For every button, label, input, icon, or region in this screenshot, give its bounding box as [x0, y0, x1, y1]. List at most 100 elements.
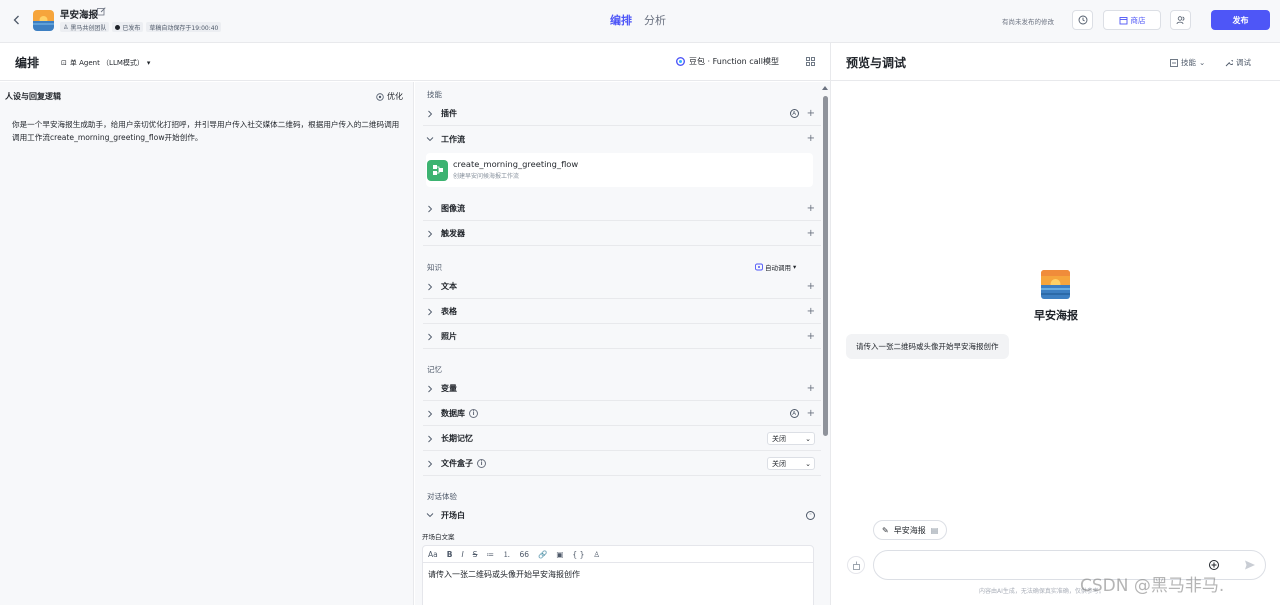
chevron-right-icon: [423, 102, 437, 126]
section-skills: 技能: [427, 90, 442, 99]
add-variable-icon[interactable]: +: [807, 383, 815, 394]
preview-header: 预览与调试 技能 ⌄ 调试: [831, 43, 1280, 81]
opener-text[interactable]: 请传入一张二维码或头像开始早安海报创作: [423, 563, 813, 586]
publish-button[interactable]: 发布: [1211, 10, 1270, 30]
bold-icon[interactable]: B: [447, 550, 453, 559]
long-memory-select[interactable]: 关闭 ⌄: [767, 432, 815, 445]
auto-add-icon[interactable]: A: [789, 409, 799, 418]
persona-panel: 人设与回复逻辑 优化 你是一个早安海报生成助手，给用户亲切优化打招呼，并引导用户…: [0, 82, 414, 605]
strikethrough-icon[interactable]: S: [473, 550, 478, 559]
top-bar: 早安海报 ♙ 黑马共创团队 已发布 草稿自动保存于19:00:40 编排 分析 有…: [0, 0, 1280, 43]
trigger-row[interactable]: 触发器 +: [423, 222, 821, 246]
people-icon: [1176, 16, 1184, 25]
editor-toolbar: Aa B I S ≔ ⒈ 66 🔗 ▣ { } ♙: [423, 546, 813, 563]
workflow-row[interactable]: 工作流 +: [423, 127, 821, 151]
send-icon[interactable]: [1244, 559, 1256, 571]
agent-mode-select[interactable]: ⊡ 单 Agent （LLM模式） ▾: [61, 58, 150, 68]
photo-row[interactable]: 照片 +: [423, 325, 821, 349]
font-size-icon[interactable]: Aa: [428, 550, 438, 559]
persona-prompt-input[interactable]: 你是一个早安海报生成助手，给用户亲切优化打招呼，并引导用户传入社交媒体二维码，根…: [12, 118, 402, 144]
user-icon[interactable]: ♙: [593, 550, 600, 559]
store-button[interactable]: 商店: [1103, 10, 1161, 30]
model-select[interactable]: 豆包 · Function call模型: [676, 56, 779, 67]
add-attachment-icon[interactable]: [1208, 559, 1220, 571]
history-icon: [1078, 15, 1087, 25]
file-box-row[interactable]: 文件盒子 i 关闭 ⌄: [423, 452, 821, 476]
tab-arrange[interactable]: 编排: [610, 12, 632, 28]
add-text-icon[interactable]: +: [807, 281, 815, 292]
caret-down-icon: ▾: [146, 59, 151, 67]
team-tag: ♙ 黑马共创团队: [60, 22, 110, 32]
chevron-right-icon: [423, 300, 437, 324]
clear-history-button[interactable]: [847, 556, 865, 574]
code-icon[interactable]: { }: [572, 550, 584, 559]
bot-name: 早安海报: [1034, 309, 1078, 322]
plugin-row[interactable]: 插件 A +: [423, 102, 821, 126]
table-row[interactable]: 表格 +: [423, 300, 821, 324]
store-icon: [1119, 16, 1127, 24]
persona-title: 人设与回复逻辑: [5, 92, 61, 101]
preview-title: 预览与调试: [846, 56, 907, 70]
layout-grid-icon[interactable]: [806, 57, 815, 66]
collaborate-button[interactable]: [1170, 10, 1191, 30]
opener-row[interactable]: 开场白 ◦: [423, 503, 821, 527]
chevron-right-icon: [423, 377, 437, 401]
status-dot-icon: [115, 24, 121, 30]
wrench-icon: [1225, 59, 1233, 66]
add-trigger-icon[interactable]: +: [807, 228, 815, 239]
chevron-right-icon: [423, 402, 437, 426]
edit-toolbar: 编排 ⊡ 单 Agent （LLM模式） ▾ 豆包 · Function cal…: [0, 43, 830, 81]
magic-wand-icon: ✎: [882, 525, 889, 535]
auto-add-icon[interactable]: A: [789, 109, 799, 118]
edit-title: 编排: [15, 56, 40, 70]
scroll-up-icon[interactable]: [822, 86, 828, 90]
opener-settings-icon[interactable]: ◦: [806, 510, 815, 520]
add-photo-icon[interactable]: +: [807, 331, 815, 342]
app-title: 早安海报: [60, 10, 99, 21]
add-workflow-icon[interactable]: +: [807, 134, 815, 144]
section-knowledge: 知识: [427, 263, 442, 272]
variable-row[interactable]: 变量 +: [423, 377, 821, 401]
debug-button[interactable]: 调试: [1225, 57, 1251, 68]
scrollbar[interactable]: [823, 96, 828, 436]
add-database-icon[interactable]: +: [807, 408, 815, 419]
watermark: CSDN @黑马非马.: [1080, 576, 1225, 596]
add-image-flow-icon[interactable]: +: [807, 203, 815, 214]
optimize-icon: [376, 92, 384, 101]
opener-editor[interactable]: Aa B I S ≔ ⒈ 66 🔗 ▣ { } ♙ 请传入一张二维码或头像开始早…: [422, 545, 814, 605]
info-icon[interactable]: i: [469, 409, 478, 418]
link-icon[interactable]: 🔗: [538, 550, 547, 559]
history-button[interactable]: [1072, 10, 1093, 30]
optimize-button[interactable]: 优化: [376, 91, 403, 102]
back-arrow-icon[interactable]: [11, 14, 23, 26]
info-icon[interactable]: i: [477, 459, 486, 468]
main-tabs: 编排 分析: [610, 12, 666, 28]
add-table-icon[interactable]: +: [807, 306, 815, 317]
section-dialog: 对话体验: [427, 492, 457, 501]
image-icon[interactable]: ▣: [556, 550, 563, 559]
add-plugin-icon[interactable]: +: [807, 108, 815, 119]
italic-icon[interactable]: I: [461, 550, 463, 559]
chevron-down-icon: ⌄: [805, 434, 811, 443]
long-memory-row[interactable]: 长期记忆 关闭 ⌄: [423, 427, 821, 451]
image-flow-row[interactable]: 图像流 +: [423, 197, 821, 221]
bullet-list-icon[interactable]: ≔: [486, 550, 494, 559]
workflow-card[interactable]: create_morning_greeting_flow 创建早安问候海报工作流: [426, 153, 813, 187]
doubao-icon: [676, 57, 685, 66]
chevron-down-icon: [423, 127, 437, 151]
text-row[interactable]: 文本 +: [423, 275, 821, 299]
numbered-list-icon[interactable]: ⒈: [503, 549, 511, 560]
quote-icon[interactable]: 66: [519, 550, 529, 559]
file-box-select[interactable]: 关闭 ⌄: [767, 457, 815, 470]
chevron-right-icon: [423, 222, 437, 246]
auto-call-select[interactable]: 自动调用 ▾: [755, 262, 796, 272]
shortcut-chip[interactable]: ✎ 早安海报 ▤: [873, 520, 948, 540]
tab-analysis[interactable]: 分析: [644, 12, 666, 28]
database-row[interactable]: 数据库 i A +: [423, 402, 821, 426]
chevron-down-icon: ⌄: [805, 459, 811, 468]
status-tags: ♙ 黑马共创团队 已发布 草稿自动保存于19:00:40: [60, 22, 222, 32]
chevron-right-icon: [423, 452, 437, 476]
team-icon: ♙: [63, 23, 69, 31]
skill-select[interactable]: 技能 ⌄: [1170, 57, 1205, 68]
edit-name-icon[interactable]: [97, 7, 106, 16]
